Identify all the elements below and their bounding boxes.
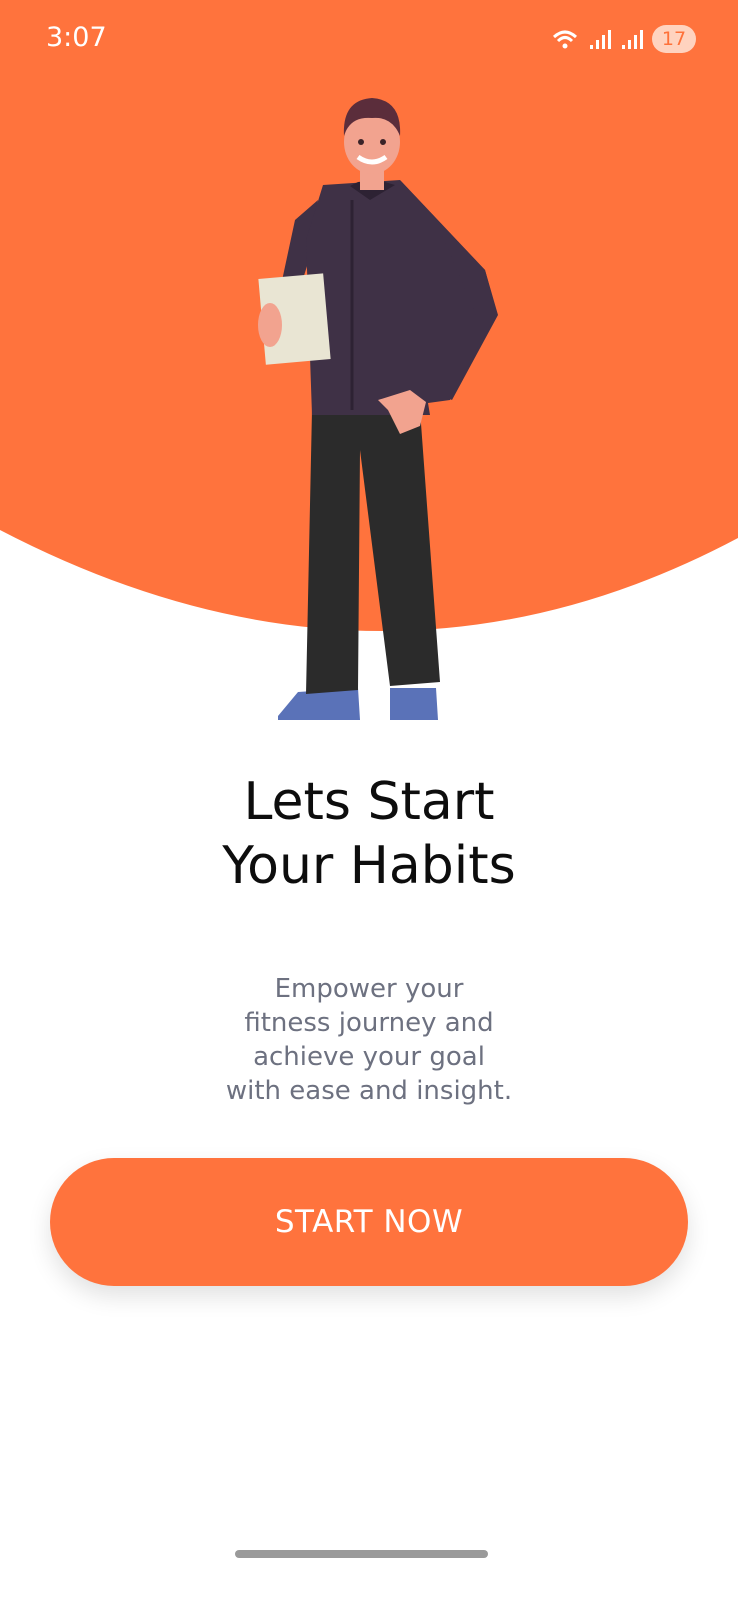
page-subtitle: Empower your fitness journey and achieve… [0, 972, 738, 1108]
title-line-2: Your Habits [222, 836, 516, 896]
wifi-icon [552, 30, 578, 49]
subtitle-line-4: with ease and insight. [225, 1076, 513, 1106]
man-holding-paper-illustration [258, 98, 498, 720]
start-now-button[interactable]: START NOW [50, 1158, 688, 1286]
home-indicator[interactable] [235, 1550, 488, 1558]
battery-indicator: 17 [652, 25, 696, 53]
subtitle-line-1: Empower your [274, 974, 464, 1004]
subtitle-line-2: fitness journey and [244, 1008, 494, 1038]
title-line-1: Lets Start [243, 772, 495, 832]
page-title: Lets Start Your Habits [0, 770, 738, 898]
signal-icon [622, 30, 643, 49]
status-bar: 3:07 17 [0, 0, 738, 80]
status-icons: 17 [550, 24, 696, 54]
signal-icon [590, 30, 611, 49]
status-time: 3:07 [46, 22, 107, 53]
subtitle-line-3: achieve your goal [253, 1042, 485, 1072]
